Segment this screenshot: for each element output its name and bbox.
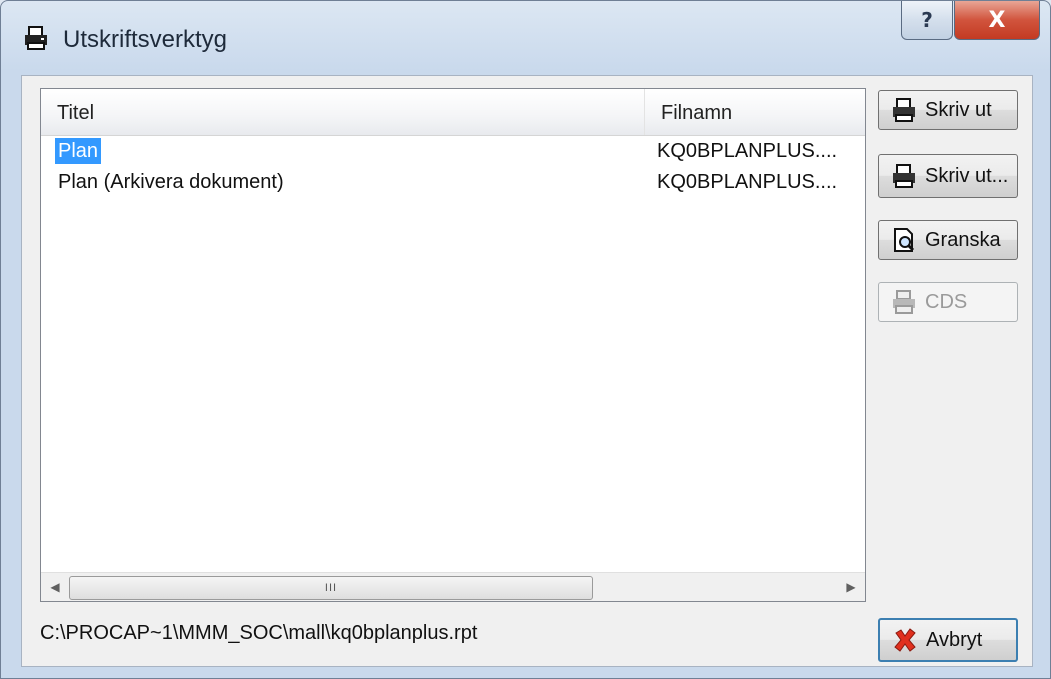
scroll-left-icon[interactable]: ◀ <box>41 573 69 601</box>
cancel-x-icon <box>894 628 916 652</box>
printer-icon <box>893 164 915 188</box>
cds-icon <box>893 290 915 314</box>
help-button[interactable]: ? <box>901 1 953 40</box>
list-header: Titel Filnamn <box>41 89 865 136</box>
list-item[interactable]: Plan (Arkivera dokument) KQ0BPLANPLUS...… <box>41 167 865 198</box>
list-rows: Plan KQ0BPLANPLUS.... Plan (Arkivera dok… <box>41 136 865 198</box>
column-header-title[interactable]: Titel <box>41 89 645 135</box>
scroll-thumb[interactable]: III <box>69 576 593 600</box>
list-item-title: Plan (Arkivera dokument) <box>58 171 284 193</box>
print-button-label: Skriv ut <box>925 98 992 121</box>
close-icon: X <box>988 7 1006 33</box>
print-dialog-button-label: Skriv ut... <box>925 164 1009 187</box>
list-item-filename: KQ0BPLANPLUS.... <box>657 140 838 162</box>
preview-button[interactable]: Granska <box>878 220 1018 260</box>
preview-icon <box>894 228 915 252</box>
print-button[interactable]: Skriv ut <box>878 90 1018 130</box>
list-item-title: Plan <box>55 138 102 164</box>
window-title: Utskriftsverktyg <box>63 26 228 53</box>
cds-button[interactable]: CDS <box>878 282 1018 322</box>
column-header-filename[interactable]: Filnamn <box>645 89 865 135</box>
print-tool-dialog: Utskriftsverktyg ? X Titel Filnamn Plan … <box>0 0 1051 679</box>
dialog-body: Titel Filnamn Plan KQ0BPLANPLUS.... Plan… <box>21 75 1033 667</box>
printer-icon <box>893 98 915 122</box>
scroll-right-icon[interactable]: ▶ <box>837 573 865 601</box>
report-list[interactable]: Titel Filnamn Plan KQ0BPLANPLUS.... Plan… <box>40 88 866 602</box>
preview-button-label: Granska <box>925 228 1001 251</box>
help-icon: ? <box>921 8 933 32</box>
print-dialog-button[interactable]: Skriv ut... <box>878 154 1018 198</box>
cancel-button-label: Avbryt <box>926 628 983 651</box>
list-item-filename: KQ0BPLANPLUS.... <box>657 171 838 193</box>
cds-button-label: CDS <box>925 290 968 313</box>
list-item[interactable]: Plan KQ0BPLANPLUS.... <box>41 136 865 167</box>
printer-icon <box>25 26 47 50</box>
report-file-path: C:\PROCAP~1\MMM_SOC\mall\kq0bplanplus.rp… <box>40 622 478 644</box>
cancel-button[interactable]: Avbryt <box>878 618 1018 662</box>
horizontal-scrollbar[interactable]: ◀ III ▶ <box>41 572 865 601</box>
close-button[interactable]: X <box>954 1 1040 40</box>
title-bar[interactable]: Utskriftsverktyg ? X <box>1 1 1050 79</box>
